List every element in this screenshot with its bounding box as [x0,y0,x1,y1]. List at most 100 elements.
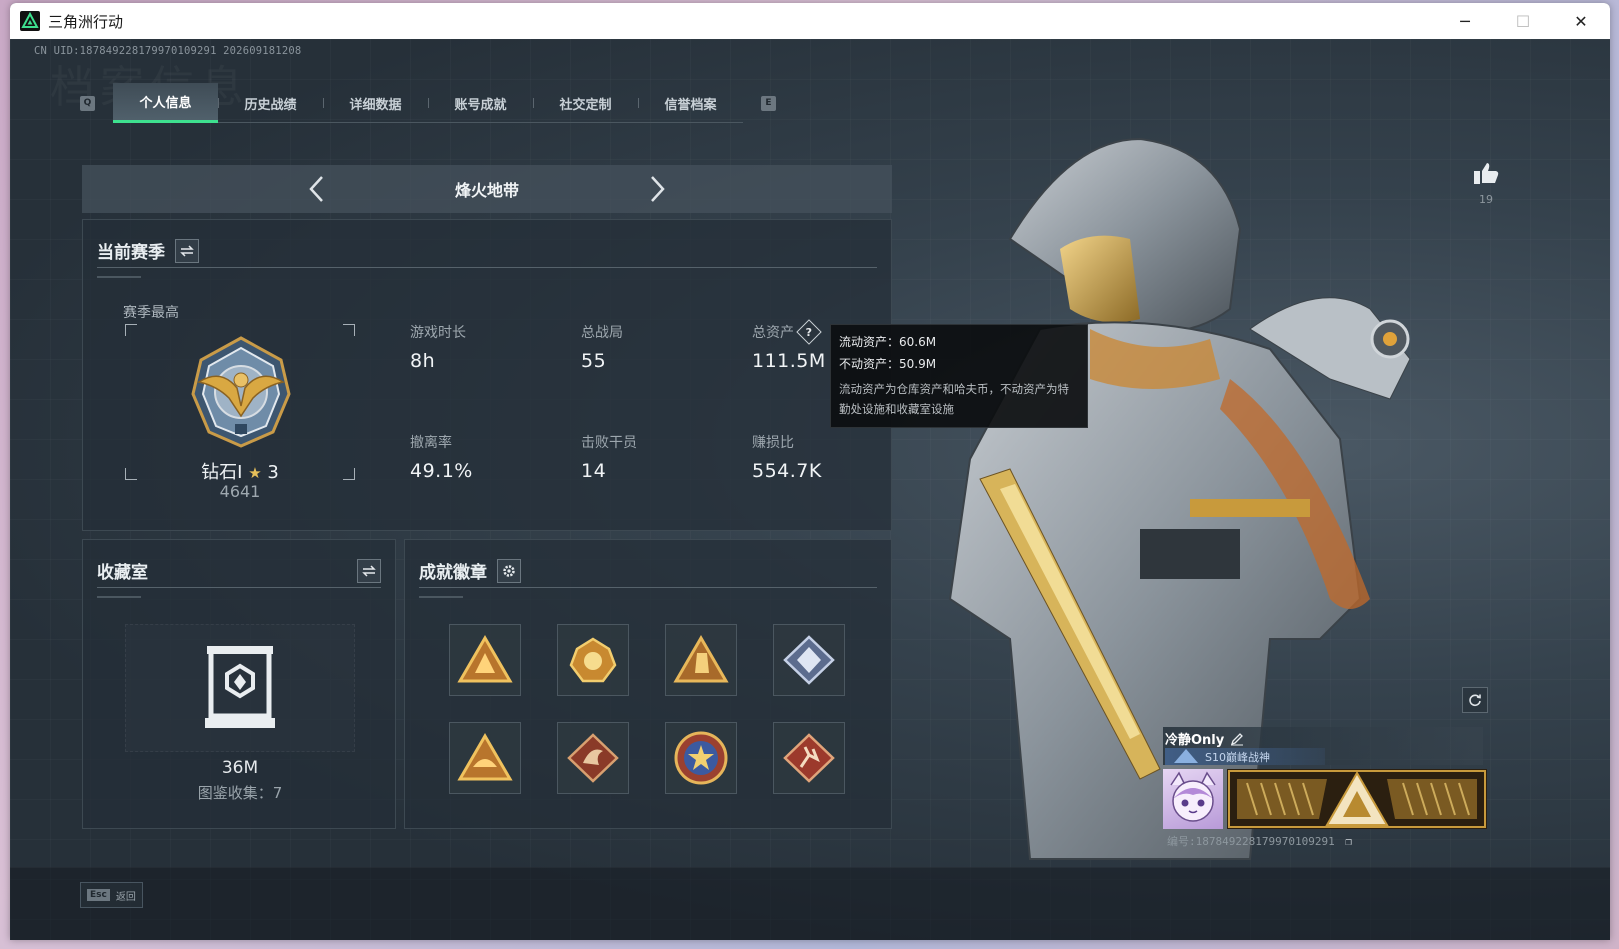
back-button[interactable]: Esc 返回 [80,882,143,908]
thumbs-up-icon [1474,163,1499,184]
copy-icon[interactable]: ❐ [1345,835,1352,848]
maximize-button[interactable]: ☐ [1494,3,1552,39]
stat-value: 14 [581,460,607,482]
tab-history[interactable]: 历史战绩 [218,83,323,123]
prev-mode-button[interactable] [297,169,337,209]
tooltip-liquid-assets: 流动资产：60.6M [839,335,937,349]
stat-value: 55 [581,350,607,372]
achievement-badge[interactable] [557,722,629,794]
rank-star-icon: ★ [248,464,262,482]
header-accent [419,596,463,598]
achievements-settings-button[interactable] [497,558,521,583]
stat-label: 击败干员 [581,435,637,451]
next-mode-button[interactable] [637,169,677,209]
help-icon[interactable]: ? [796,319,822,345]
game-view: 档案信息 CN UID:18784922817997010929​1 20260… [10,39,1610,940]
minimize-icon: ─ [1460,11,1470,31]
mode-title: 烽火地带 [454,181,519,200]
tab-achievements[interactable]: 账号成就 [428,83,533,123]
stat-value: 8h [410,350,436,372]
chevron-right-icon [651,176,665,202]
achievement-badge[interactable] [773,624,845,696]
player-id: 编号:18784922817997010929​1 ❐ [1167,833,1352,849]
tab-bar: Q 个人信息 历史战绩 详细数据 账号成就 社交定制 信誉档案 E [80,83,776,123]
header-accent [97,276,141,278]
nameplate-banner [1227,769,1487,829]
collection-header: 收藏室 [97,554,381,588]
tab-social-custom[interactable]: 社交定制 [533,83,638,123]
swap-icon [362,564,376,577]
tooltip-fixed-assets: 不动资产：50.9M [839,357,937,371]
stat-label: 撤离率 [410,435,452,451]
edit-icon[interactable] [1230,732,1244,746]
avatar-image [1170,771,1216,822]
footer-bar: Esc 返回 [10,867,1610,940]
dragon-emblem-icon [567,733,619,783]
achievement-badge[interactable] [665,624,737,696]
achievement-badge[interactable] [557,624,629,696]
tab-next-key-hint[interactable]: E [761,95,776,111]
achievement-badge[interactable] [773,722,845,794]
game-window: 三角洲行动 ─ ☐ ✕ 档案信息 CN UID:1878492281799701… [10,3,1610,940]
collection-title: 收藏室 [97,563,148,583]
diamond-rank-badge-icon [191,336,291,448]
player-name: 冷静Only [1165,729,1244,748]
tab-personal-info[interactable]: 个人信息 [113,83,218,123]
like-count: 19 [1479,193,1493,206]
header-accent [97,596,141,598]
tab-prev-key-hint[interactable]: Q [80,95,95,111]
stat-operators-defeated: 击败干员 14 [581,432,731,482]
achievements-title: 成就徽章 [419,563,487,583]
runner-emblem-icon [783,733,835,783]
stat-label-text: 总资产 [752,325,794,341]
back-label: 返回 [115,891,136,903]
triangle-medal-icon [673,635,729,683]
collection-panel: 收藏室 36M 图鉴收集：7 [82,539,396,829]
stat-label: 赚损比 [752,435,794,451]
rank-score: 4641 [219,482,261,501]
collection-count: 图鉴收集：7 [197,784,283,802]
stat-label: 总战局 [581,325,623,341]
stat-value: 49.1% [410,460,473,482]
close-button[interactable]: ✕ [1552,3,1610,39]
season-switch-button[interactable] [175,238,199,263]
collection-switch-button[interactable] [357,558,381,583]
achievements-header: 成就徽章 [419,554,877,588]
star-medal-icon [674,731,728,785]
title-bar: 三角洲行动 ─ ☐ ✕ [10,3,1610,39]
triangle-medal-icon [457,733,513,781]
assets-tooltip: 流动资产：60.6M 不动资产：50.9M 流动资产为仓库资产和哈夫币，不动资产… [830,324,1088,428]
esc-key-hint: Esc [87,889,110,901]
refresh-button[interactable] [1462,687,1488,713]
collection-value: 36M [221,758,259,778]
tab-detailed-data[interactable]: 详细数据 [323,83,428,123]
achievement-badge[interactable] [665,722,737,794]
season-best-label: 赛季最高 [123,305,179,321]
close-icon: ✕ [1574,11,1588,31]
avatar[interactable] [1163,769,1223,829]
uid-label: CN UID:18784922817997010929​1 2026091812… [34,45,302,57]
stat-value: 554.7K [752,460,822,482]
player-title: S10巅峰战神 [1205,750,1270,764]
app-logo-icon [20,11,40,31]
achievements-panel: 成就徽章 [404,539,892,829]
swap-icon [180,244,194,257]
stat-total-matches: 总战局 55 [581,322,731,372]
current-season-header: 当前赛季 [97,234,877,268]
minimize-button[interactable]: ─ [1436,3,1494,39]
achievement-badge[interactable] [449,624,521,696]
stat-label: 游戏时长 [410,325,466,341]
window-title: 三角洲行动 [48,12,124,31]
gold-crest-icon [569,637,617,683]
achievement-badge[interactable] [449,722,521,794]
like-button[interactable]: 19 [1466,161,1506,206]
current-season-title: 当前赛季 [97,243,165,263]
player-id-text: 编号:18784922817997010929​1 [1167,835,1335,848]
tooltip-description: 流动资产为仓库资产和哈夫币，不动资产为特勤处设施和收藏室设施 [839,382,1069,416]
tab-credit-record[interactable]: 信誉档案 [638,83,743,123]
rank-tier-label: 钻石I [201,462,243,483]
rank-star-count: 3 [267,462,279,483]
triangle-medal-icon [457,635,513,683]
maximize-icon: ☐ [1515,11,1531,31]
current-season-panel: 当前赛季 赛季最高 钻石I ★ 3 4641 游戏时长 8h 总战局 55 总资… [82,219,892,531]
